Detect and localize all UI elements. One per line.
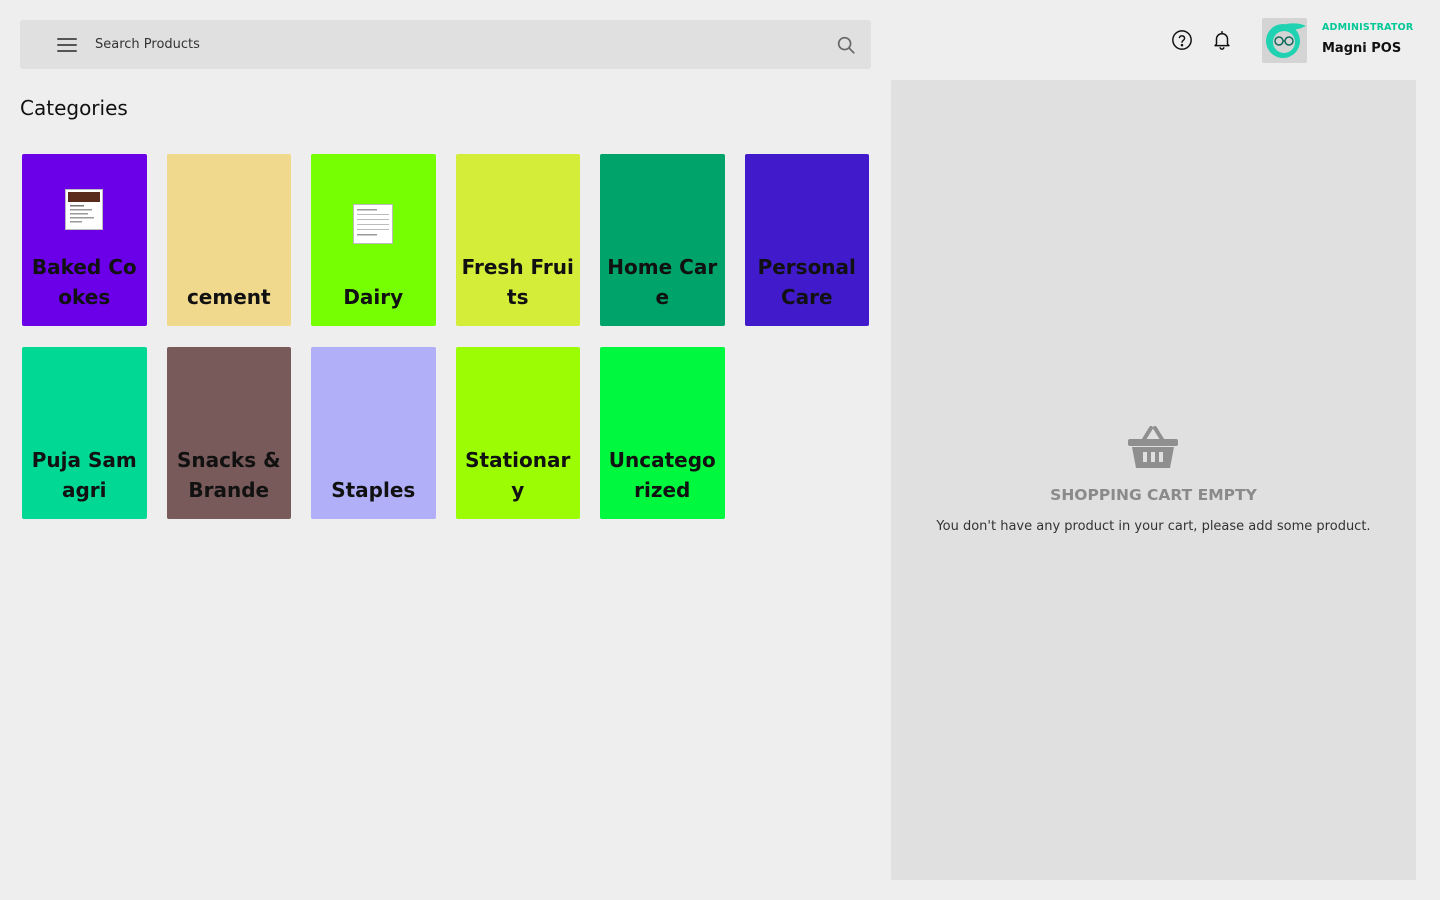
category-tile-staples[interactable]: Staples [311,347,436,519]
cart-panel: SHOPPING CART EMPTY You don't have any p… [891,80,1416,880]
category-grid: Baked Cookes cement Dairy Fresh Fruits H… [22,154,869,519]
category-label: Puja Samagri [31,448,137,502]
bell-icon[interactable] [1211,29,1233,51]
category-label: Dairy [343,285,404,309]
cart-empty-title: SHOPPING CART EMPTY [1050,486,1257,504]
category-tile-puja-samagri[interactable]: Puja Samagri [22,347,147,519]
category-tile-cement[interactable]: cement [166,154,291,326]
categories-title: Categories [20,96,128,120]
category-tile-snacks-branded[interactable]: Snacks & Branded… [166,347,291,519]
basket-icon [1128,426,1178,468]
search-icon[interactable] [835,34,857,56]
category-thumbnail [65,189,104,230]
category-label: Staples [331,478,416,502]
category-thumbnail [353,204,394,244]
cart-empty-text: You don't have any product in your cart,… [936,519,1371,534]
category-label: Fresh Fruits [461,255,574,309]
avatar[interactable] [1262,18,1307,63]
search-input[interactable] [95,37,835,52]
category-label: Uncategorized [608,448,716,502]
category-tile-fresh-fruits[interactable]: Fresh Fruits [455,154,580,326]
category-label: Stationary [465,448,571,502]
category-tile-dairy[interactable]: Dairy [311,154,436,326]
category-label: Home Care [607,255,718,309]
user-name: Magni POS [1322,41,1402,56]
category-tile-uncategorized[interactable]: Uncategorized [600,347,725,519]
category-label: Snacks & Branded… [176,448,281,502]
category-tile-baked-cookes[interactable]: Baked Cookes [22,154,147,326]
category-label: Baked Cookes [31,255,137,309]
category-label: cement [186,285,271,309]
search-bar [20,20,871,69]
menu-icon[interactable] [57,37,77,52]
category-tile-personal-care[interactable]: Personal Care [744,154,869,326]
help-icon[interactable] [1171,29,1193,51]
category-label: Personal Care [757,255,856,309]
logo-icon [1266,23,1306,58]
user-role: ADMINISTRATOR [1322,22,1414,33]
category-tile-stationary[interactable]: Stationary [455,347,580,519]
category-tile-home-care[interactable]: Home Care [600,154,725,326]
